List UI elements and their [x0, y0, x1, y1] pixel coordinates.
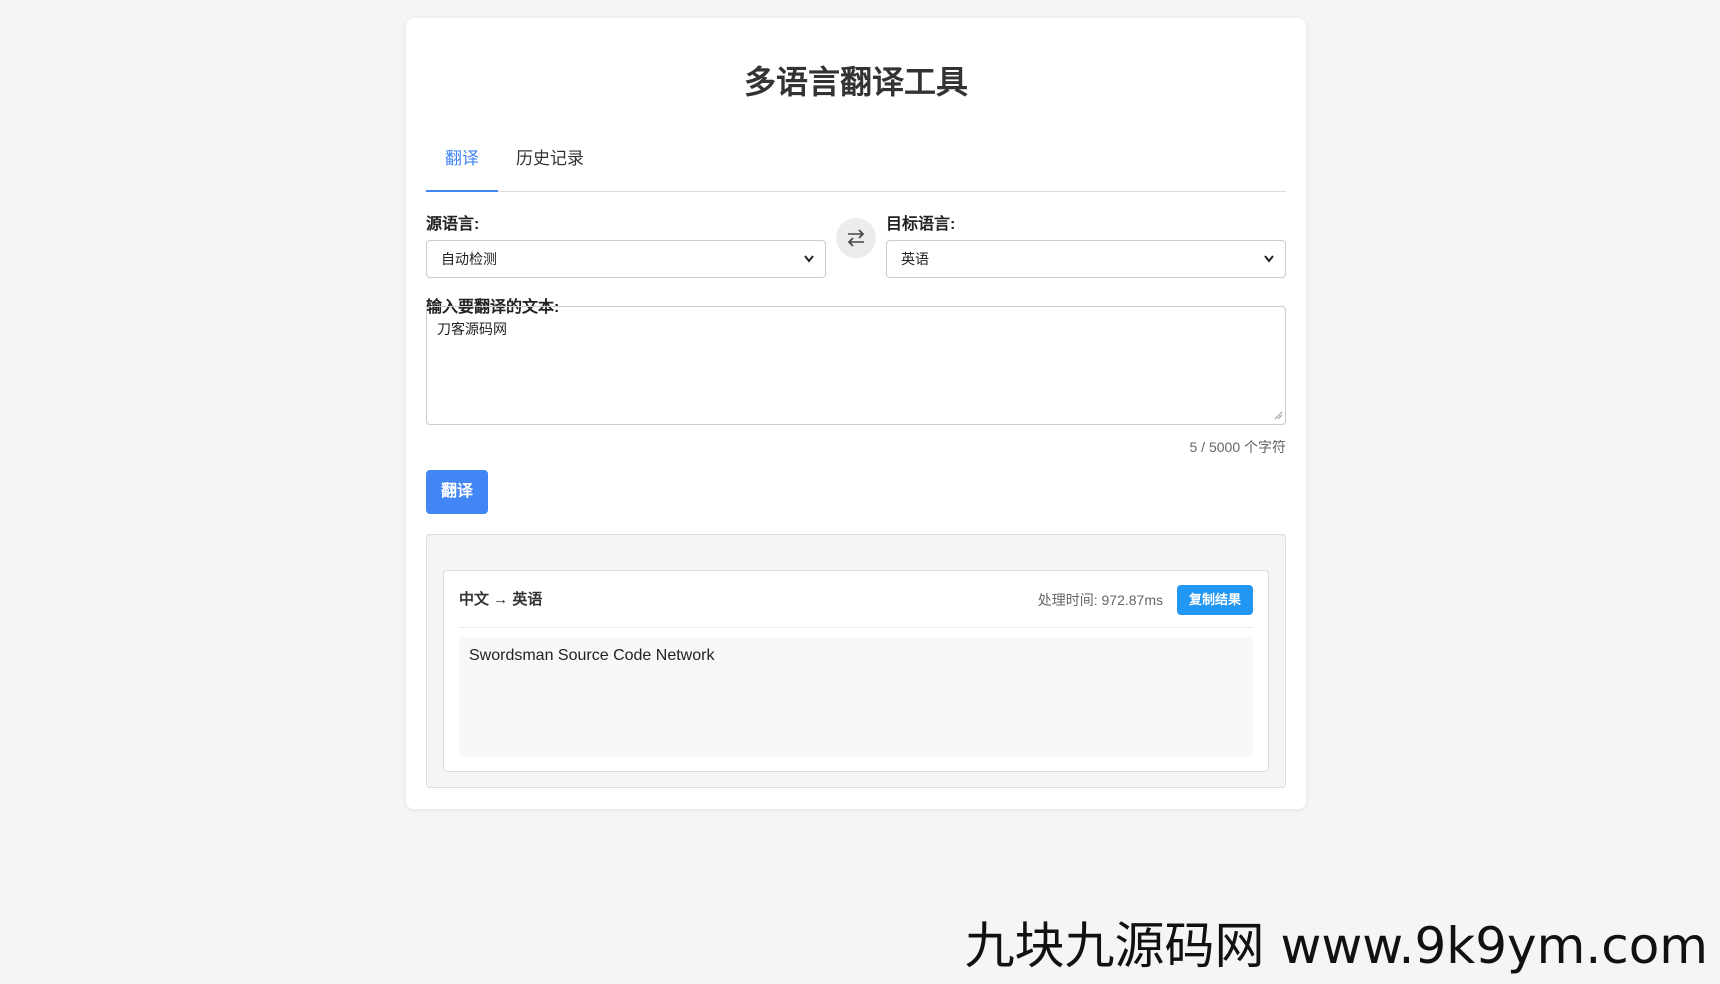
- result-panel: 中文 → 英语 处理时间: 972.87ms 复制结果 Swordsman So…: [426, 534, 1286, 788]
- language-pair: 中文 → 英语: [459, 591, 543, 608]
- swap-languages-button[interactable]: [836, 218, 876, 258]
- target-language-value: 英语: [901, 251, 929, 267]
- copy-result-button[interactable]: 复制结果: [1177, 585, 1253, 615]
- swap-arrows-icon: [847, 229, 865, 247]
- result-header: 中文 → 英语 处理时间: 972.87ms 复制结果: [459, 571, 1253, 628]
- translate-button[interactable]: 翻译: [426, 470, 488, 514]
- tab-translate[interactable]: 翻译: [426, 138, 498, 192]
- target-language-select[interactable]: 英语: [886, 240, 1286, 278]
- char-count: 5 / 5000 个字符: [1189, 439, 1287, 455]
- source-text-input[interactable]: 刀客源码网: [426, 306, 1286, 425]
- source-language-value: 自动检测: [441, 251, 497, 267]
- tab-history[interactable]: 历史记录: [498, 138, 602, 190]
- processing-time: 处理时间: 972.87ms: [1037, 592, 1163, 608]
- page-title: 多语言翻译工具: [743, 64, 968, 100]
- target-language-label: 目标语言:: [886, 216, 956, 233]
- watermark: 九块九源码网 www.9k9ym.com: [964, 917, 1708, 975]
- resize-handle-icon[interactable]: [1274, 411, 1283, 422]
- tab-bar: 翻译 历史记录: [426, 138, 1286, 192]
- translator-card: 多语言翻译工具 翻译 历史记录 源语言: 自动检测 目标语言: 英语 输入要翻译…: [406, 18, 1306, 809]
- chevron-down-icon: [1263, 241, 1275, 291]
- source-language-select[interactable]: 自动检测: [426, 240, 826, 278]
- source-language-label: 源语言:: [426, 216, 480, 233]
- chevron-down-icon: [803, 241, 815, 291]
- result-card: 中文 → 英语 处理时间: 972.87ms 复制结果 Swordsman So…: [443, 570, 1269, 772]
- translation-output: Swordsman Source Code Network: [459, 637, 1253, 757]
- source-text-value: 刀客源码网: [437, 321, 507, 337]
